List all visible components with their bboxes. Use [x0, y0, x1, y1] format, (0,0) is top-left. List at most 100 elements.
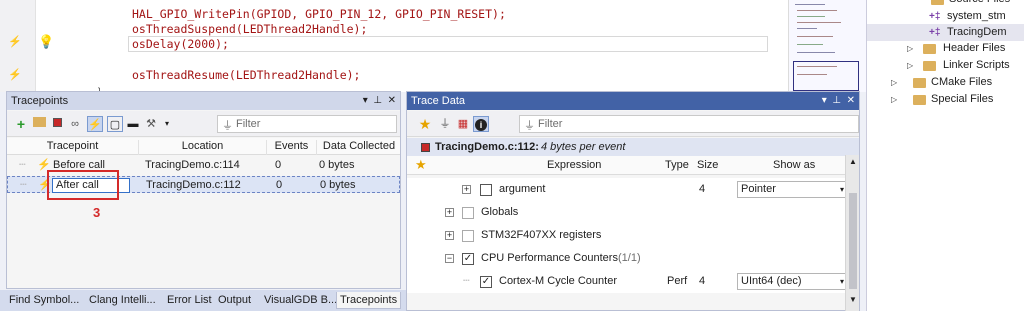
expand-plus-icon[interactable]: + [462, 185, 471, 194]
code-minimap[interactable] [788, 0, 866, 92]
link-icon[interactable]: ∞ [67, 116, 83, 132]
collapse-minus-icon[interactable]: − [445, 254, 454, 263]
tab-visualgdb-build[interactable]: VisualGDB B... [261, 292, 340, 309]
tracepoint-marker-icon [421, 143, 430, 152]
tracepoints-toolbar: + ∞ ⚡ ▢ ▬ ⚒ ▾ ⏚ Filter [7, 111, 400, 137]
tab-find-symbol[interactable]: Find Symbol... [6, 292, 82, 309]
star-icon[interactable]: ★ [417, 116, 433, 132]
folder-icon [923, 44, 936, 54]
dropdown-icon[interactable]: ▾ [363, 95, 368, 106]
expand-plus-icon[interactable]: + [445, 231, 454, 240]
open-folder-icon[interactable] [31, 116, 47, 132]
trace-data-subheader: TracingDemo.c:112: 4 bytes per event [407, 138, 859, 156]
bottom-tab-bar: Find Symbol... Clang Intelli... Error Li… [0, 290, 406, 311]
code-line[interactable]: osThreadResume(LEDThread2Handle); [132, 68, 360, 82]
solution-explorer: Source Files +‡ system_stm +‡ TracingDem… [866, 0, 1024, 311]
trace-data-title-bar[interactable]: Trace Data ▾ ⊥ ✕ [407, 92, 859, 110]
lightbulb-icon[interactable]: 💡 [38, 34, 54, 50]
tag-icon[interactable]: ▬ [125, 116, 141, 132]
annotation-number: 3 [93, 205, 101, 220]
info-icon[interactable]: i [473, 116, 489, 132]
document-icon[interactable]: ▢ [107, 116, 123, 132]
annotation-highlight-box [47, 170, 119, 200]
tracepoints-title-bar[interactable]: Tracepoints ▾ ⊥ ✕ [7, 92, 400, 110]
tree-item[interactable]: Source Files [867, 0, 1024, 8]
tracepoints-table-header: Tracepoint Location Events Data Collecte… [7, 138, 400, 155]
add-icon[interactable]: + [13, 116, 29, 132]
tab-error-list[interactable]: Error List [164, 292, 215, 309]
row-checkbox[interactable] [480, 184, 492, 196]
lightning-icon: ⚡ [8, 36, 22, 48]
tree-item[interactable]: ▷ Linker Scripts [867, 57, 1024, 74]
column-header-type[interactable]: Type [665, 159, 689, 171]
chevron-down-icon: ▾ [839, 185, 844, 194]
tab-output[interactable]: Output [215, 292, 254, 309]
code-line-current[interactable]: osDelay(2000); [128, 36, 768, 52]
panel-title: Trace Data [411, 95, 466, 107]
lightning-icon: ⚡ [8, 69, 22, 81]
folder-icon [931, 0, 944, 5]
tree-item[interactable]: ▷ Special Files [867, 91, 1024, 108]
trace-data-filter-input[interactable]: ⏚ Filter [519, 115, 859, 133]
code-line[interactable]: osThreadSuspend(LEDThread2Handle); [132, 22, 367, 36]
column-header-data-collected[interactable]: Data Collected [317, 140, 401, 155]
pin-icon[interactable]: ⊥ [373, 95, 382, 106]
column-header-tracepoint[interactable]: Tracepoint [7, 140, 139, 155]
expand-plus-icon[interactable]: + [445, 208, 454, 217]
expand-arrow-icon[interactable]: ▷ [907, 57, 913, 74]
expand-arrow-icon[interactable]: ▷ [907, 40, 913, 57]
funnel-icon: ⏚ [222, 120, 233, 132]
delete-icon[interactable] [49, 116, 65, 132]
column-header-show-as[interactable]: Show as [773, 159, 815, 171]
column-header-location[interactable]: Location [139, 140, 267, 155]
folder-icon [913, 78, 926, 88]
minimap-viewport[interactable] [793, 61, 859, 91]
pin-icon[interactable]: ⊥ [832, 95, 841, 106]
scrollbar-thumb[interactable] [849, 193, 857, 289]
code-line[interactable]: HAL_GPIO_WritePin(GPIOD, GPIO_PIN_12, GP… [132, 7, 506, 21]
column-header-size[interactable]: Size [697, 159, 718, 171]
table-row[interactable]: + Globals [407, 201, 845, 224]
filter-clear-icon[interactable]: ⏚ [437, 116, 453, 132]
show-as-select[interactable]: Pointer ▾ [737, 181, 847, 198]
close-icon[interactable]: ✕ [847, 95, 855, 106]
code-editor[interactable]: ⚡ 💡 ⚡ HAL_GPIO_WritePin(GPIOD, GPIO_PIN_… [0, 0, 866, 96]
panel-title: Tracepoints [11, 95, 69, 107]
trace-data-table-header: ★ Expression Type Size Show as [407, 156, 859, 175]
tree-item[interactable]: ▷ CMake Files [867, 74, 1024, 91]
dropdown-icon[interactable]: ▾ [822, 95, 827, 106]
tree-item[interactable]: ▷ Header Files [867, 40, 1024, 57]
chevron-down-icon[interactable]: ▾ [159, 116, 175, 132]
row-checkbox[interactable] [462, 207, 474, 219]
cpp-file-icon: +‡ [929, 11, 941, 22]
tree-item-selected[interactable]: +‡ TracingDem [867, 24, 1024, 41]
star-icon: ★ [415, 157, 427, 172]
wrench-icon[interactable]: ⚒ [143, 116, 159, 132]
expand-arrow-icon[interactable]: ▷ [891, 74, 897, 91]
show-as-select[interactable]: UInt64 (dec) ▾ [737, 273, 847, 290]
table-row[interactable]: + argument 4 Pointer ▾ [407, 178, 847, 201]
table-row[interactable]: + STM32F407XX registers [407, 224, 845, 247]
expand-arrow-icon[interactable]: ▷ [891, 91, 897, 108]
scroll-up-icon[interactable]: ▲ [849, 157, 857, 166]
row-checkbox-checked[interactable]: ✓ [480, 276, 492, 288]
folder-icon [913, 95, 926, 105]
tracepoint-toggle-icon[interactable]: ⚡ [87, 116, 103, 132]
close-icon[interactable]: ✕ [388, 95, 396, 106]
chevron-down-icon: ▾ [839, 277, 844, 286]
tab-tracepoints[interactable]: Tracepoints [336, 292, 402, 309]
scroll-down-icon[interactable]: ▼ [849, 295, 857, 304]
folder-icon [923, 61, 936, 71]
row-checkbox-checked[interactable]: ✓ [462, 253, 474, 265]
column-header-expression[interactable]: Expression [547, 159, 601, 171]
tree-item[interactable]: +‡ system_stm [867, 8, 1024, 25]
table-icon[interactable]: ▦ [455, 116, 471, 132]
trace-data-toolbar: ★ ⏚ ▦ i ⏚ Filter [407, 111, 859, 137]
vertical-scrollbar[interactable]: ▲ ▼ [845, 155, 859, 311]
tab-clang-intellisense[interactable]: Clang Intelli... [86, 292, 159, 309]
column-header-events[interactable]: Events [267, 140, 317, 155]
tracepoints-filter-input[interactable]: ⏚ Filter [217, 115, 397, 133]
table-row[interactable]: ┄ ✓ Cortex-M Cycle Counter Perf 4 UInt64… [407, 270, 847, 293]
row-checkbox[interactable] [462, 230, 474, 242]
table-row[interactable]: − ✓ CPU Performance Counters (1/1) [407, 247, 845, 270]
